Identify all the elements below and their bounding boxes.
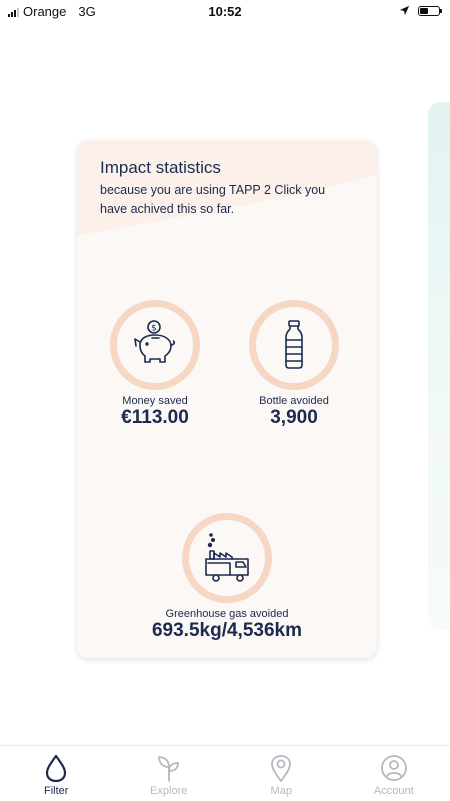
status-right [399, 5, 440, 16]
sprout-icon [155, 753, 183, 783]
stat-money-saved: $ Money saved €113.00 [100, 300, 210, 429]
tab-map[interactable]: Map [225, 746, 338, 801]
stat-label: Greenhouse gas avoided [117, 608, 337, 620]
status-bar: Orange 3G 10:52 [0, 0, 450, 24]
user-circle-icon [380, 753, 408, 783]
tab-explore[interactable]: Explore [113, 746, 226, 801]
map-pin-icon [267, 753, 295, 783]
stat-bottles-avoided: Bottle avoided 3,900 [239, 300, 349, 429]
stat-ring [182, 513, 272, 603]
tab-label: Filter [44, 785, 68, 797]
tab-account[interactable]: Account [338, 746, 450, 801]
stat-greenhouse-gas-avoided: Greenhouse gas avoided 693.5kg/4,536km [117, 513, 337, 642]
next-card-preview[interactable] [428, 102, 450, 630]
drop-icon [42, 753, 70, 783]
stat-label: Bottle avoided [239, 395, 349, 407]
stat-value: 3,900 [239, 407, 349, 429]
card-subtitle: because you are using TAPP 2 Click you h… [100, 181, 350, 219]
bottom-tab-bar: Filter Explore Map Account [0, 745, 450, 801]
svg-text:$: $ [151, 324, 157, 334]
stat-label: Money saved [100, 395, 210, 407]
stat-value: €113.00 [100, 407, 210, 429]
impact-statistics-card: Impact statistics because you are using … [77, 140, 377, 658]
stat-value: 693.5kg/4,536km [117, 620, 337, 642]
tab-label: Explore [150, 785, 187, 797]
card-title: Impact statistics [100, 158, 221, 178]
status-time: 10:52 [0, 4, 450, 19]
location-arrow-icon [399, 5, 410, 16]
bottle-icon [267, 318, 321, 372]
battery-icon [418, 6, 440, 16]
tab-filter[interactable]: Filter [0, 746, 113, 801]
piggy-bank-icon: $ [128, 318, 182, 372]
tab-label: Account [374, 785, 414, 797]
stat-ring: $ [110, 300, 200, 390]
truck-factory-icon [200, 531, 254, 585]
stat-ring [249, 300, 339, 390]
tab-label: Map [271, 785, 292, 797]
